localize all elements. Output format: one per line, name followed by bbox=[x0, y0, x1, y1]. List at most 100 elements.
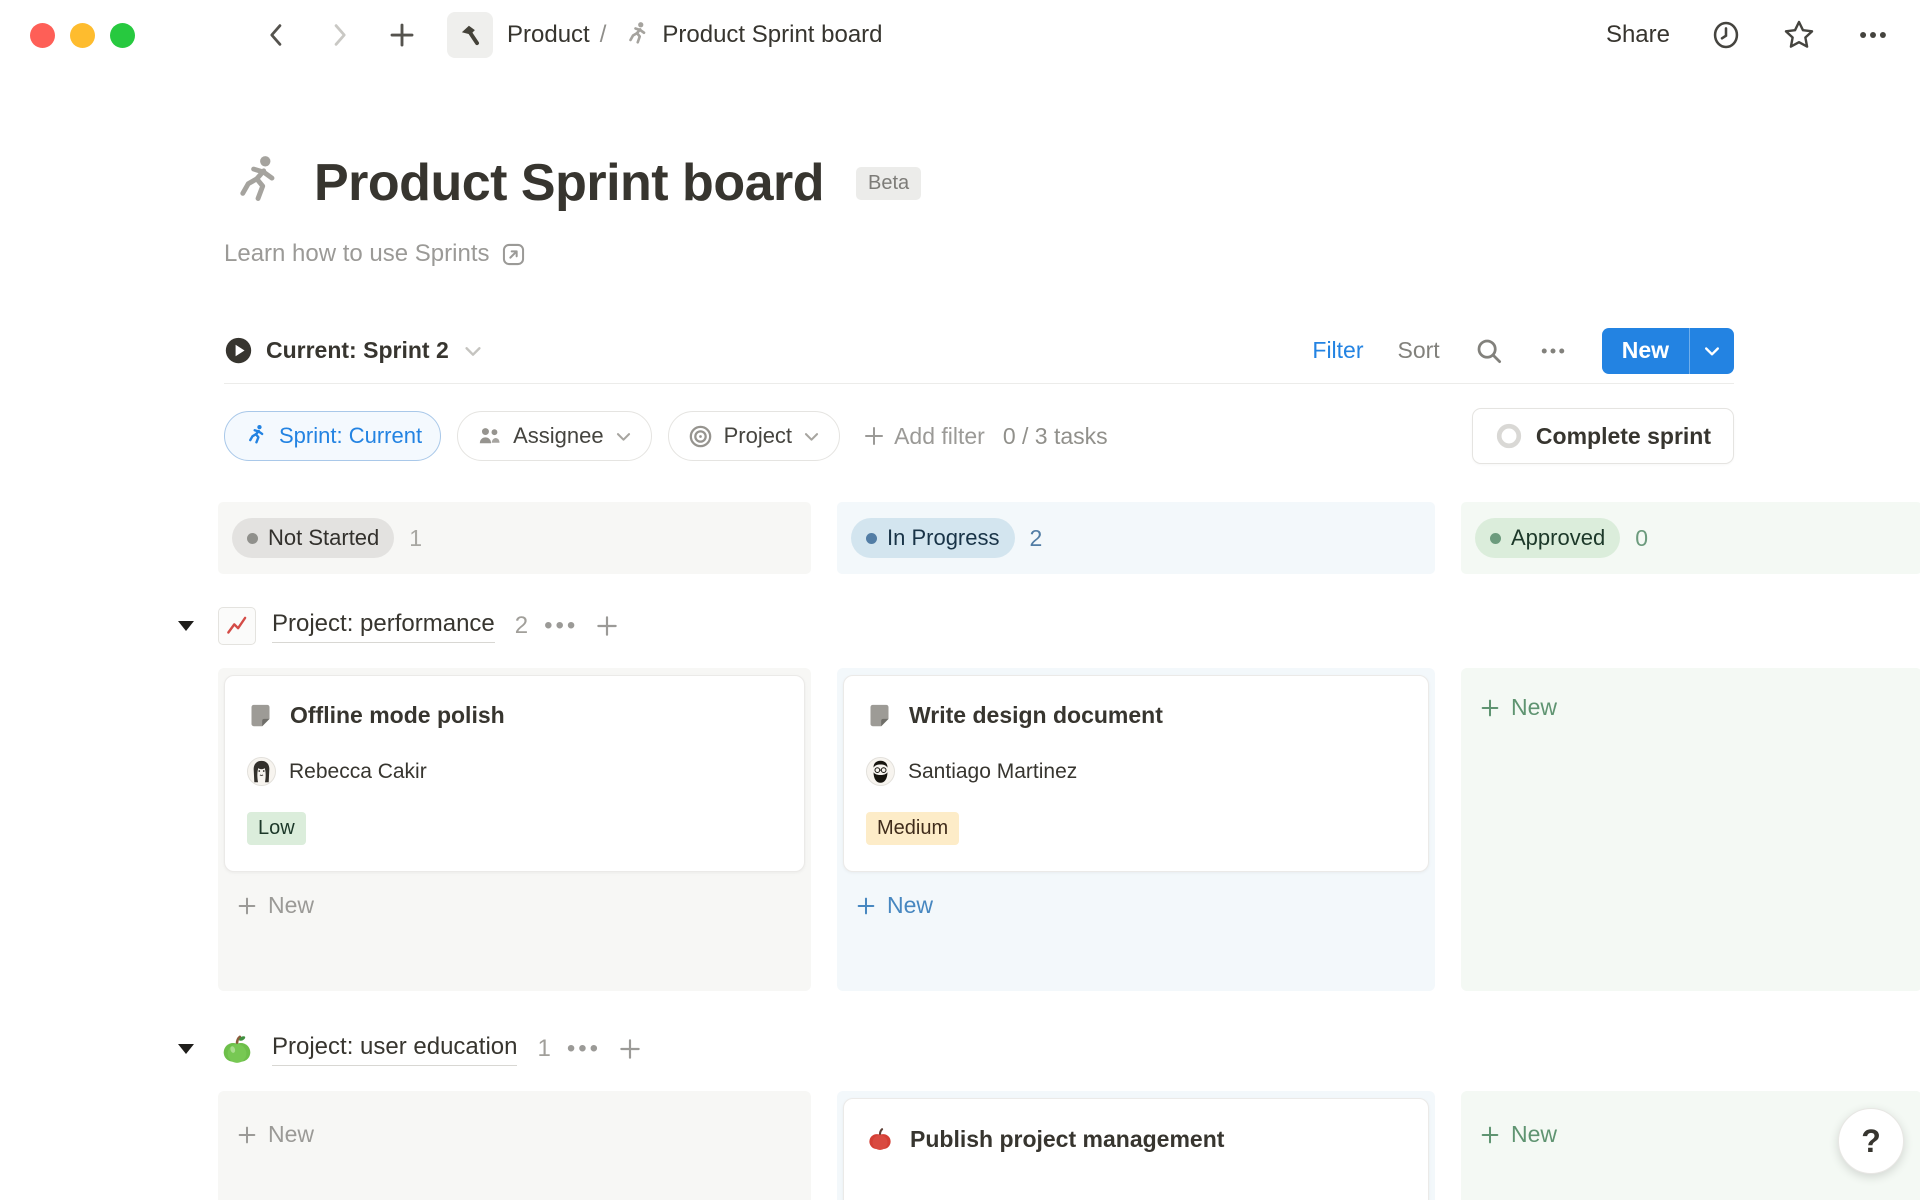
back-icon[interactable] bbox=[263, 21, 291, 49]
view-toolbar: Current: Sprint 2 Filter Sort New bbox=[224, 318, 1734, 384]
breadcrumb-current[interactable]: Product Sprint board bbox=[662, 21, 882, 49]
filter-bar: Sprint: Current Assignee Project Add bbox=[224, 408, 1734, 464]
updates-clock-icon[interactable] bbox=[1710, 19, 1742, 51]
page-title: Product Sprint board bbox=[314, 153, 824, 213]
new-task-button[interactable]: New bbox=[1602, 328, 1734, 374]
complete-sprint-button[interactable]: Complete sprint bbox=[1472, 408, 1734, 464]
add-card-label: New bbox=[268, 1121, 314, 1148]
column-header-not-started: Not Started 1 bbox=[218, 502, 811, 574]
learn-sprints-link[interactable]: Learn how to use Sprints bbox=[224, 240, 527, 268]
status-pill-not-started[interactable]: Not Started bbox=[232, 518, 394, 558]
favorite-star-icon[interactable] bbox=[1782, 18, 1816, 52]
add-card-label: New bbox=[1511, 1121, 1557, 1148]
status-pill-approved[interactable]: Approved bbox=[1475, 518, 1620, 558]
group-header-user-education: Project: user education 1 ••• bbox=[218, 1017, 1920, 1081]
red-apple-icon bbox=[866, 1125, 894, 1153]
new-task-label: New bbox=[1602, 328, 1689, 374]
chevron-down-icon bbox=[802, 427, 821, 446]
search-icon[interactable] bbox=[1474, 336, 1504, 366]
add-card-label: New bbox=[887, 892, 933, 919]
assignee-name: Rebecca Cakir bbox=[289, 760, 427, 784]
column-header-in-progress: In Progress 2 bbox=[837, 502, 1435, 574]
group-add-icon[interactable] bbox=[594, 613, 620, 639]
plus-icon bbox=[1479, 697, 1501, 719]
plus-icon bbox=[236, 895, 258, 917]
add-card-button[interactable]: New bbox=[218, 872, 811, 939]
column-in-progress-group-performance: Write design document Santiago Martinez … bbox=[837, 668, 1435, 991]
chevron-down-icon bbox=[614, 427, 633, 446]
task-card-write-design-document[interactable]: Write design document Santiago Martinez … bbox=[843, 675, 1429, 872]
status-label: In Progress bbox=[887, 525, 1000, 551]
group-options-icon[interactable]: ••• bbox=[567, 1035, 601, 1063]
view-switcher[interactable]: Current: Sprint 2 bbox=[224, 336, 484, 365]
plus-icon bbox=[1479, 1124, 1501, 1146]
add-card-button[interactable]: New bbox=[837, 872, 1435, 939]
page-icon bbox=[247, 702, 274, 729]
add-filter-button[interactable]: Add filter bbox=[862, 423, 985, 450]
status-dot bbox=[1490, 533, 1501, 544]
external-link-icon bbox=[500, 241, 527, 268]
kanban-board: Not Started 1 In Progress 2 Approved 0 P… bbox=[218, 502, 1920, 1200]
new-page-icon[interactable] bbox=[387, 20, 417, 50]
forward-icon[interactable] bbox=[325, 21, 353, 49]
add-card-button[interactable]: New bbox=[218, 1091, 811, 1168]
assignee-filter-chip[interactable]: Assignee bbox=[457, 411, 652, 461]
window-controls bbox=[30, 23, 135, 48]
plus-icon bbox=[862, 424, 886, 448]
more-options-icon[interactable] bbox=[1856, 18, 1890, 52]
filter-button[interactable]: Filter bbox=[1312, 337, 1363, 364]
new-task-dropdown[interactable] bbox=[1690, 328, 1734, 374]
assignee-name: Santiago Martinez bbox=[908, 760, 1077, 784]
complete-sprint-label: Complete sprint bbox=[1536, 423, 1711, 450]
help-button[interactable]: ? bbox=[1838, 1108, 1904, 1174]
priority-tag-low: Low bbox=[247, 812, 306, 845]
runner-icon[interactable] bbox=[224, 150, 290, 216]
view-options-icon[interactable] bbox=[1538, 336, 1568, 366]
share-button[interactable]: Share bbox=[1606, 21, 1670, 49]
status-label: Approved bbox=[1511, 525, 1605, 551]
hammer-icon bbox=[457, 22, 483, 48]
status-pill-in-progress[interactable]: In Progress bbox=[851, 518, 1015, 558]
avatar-rebecca bbox=[247, 757, 276, 786]
page-icon bbox=[866, 702, 893, 729]
progress-ring-icon bbox=[1495, 422, 1523, 450]
breadcrumb-parent[interactable]: Product bbox=[507, 21, 590, 49]
task-card-publish-project-management[interactable]: Publish project management bbox=[843, 1098, 1429, 1200]
column-approved-group-performance: New bbox=[1461, 668, 1920, 991]
close-window-button[interactable] bbox=[30, 23, 55, 48]
add-card-button[interactable]: New bbox=[1461, 668, 1920, 741]
runner-icon bbox=[622, 20, 652, 50]
runner-icon bbox=[243, 423, 269, 449]
group-label[interactable]: Project: user education bbox=[272, 1033, 517, 1066]
column-header-approved: Approved 0 bbox=[1461, 502, 1920, 574]
task-card-offline-mode-polish[interactable]: Offline mode polish Rebecca Cakir Low bbox=[224, 675, 805, 872]
card-title: Write design document bbox=[909, 702, 1163, 729]
plus-icon bbox=[236, 1124, 258, 1146]
collapse-triangle-icon[interactable] bbox=[176, 1041, 196, 1057]
page-header: Product Sprint board Beta bbox=[224, 150, 1920, 216]
status-dot bbox=[247, 533, 258, 544]
card-title: Publish project management bbox=[910, 1126, 1224, 1153]
breadcrumb-parent-icon[interactable] bbox=[447, 12, 493, 58]
add-filter-label: Add filter bbox=[894, 423, 985, 450]
help-label: ? bbox=[1861, 1123, 1881, 1160]
sort-button[interactable]: Sort bbox=[1398, 337, 1440, 364]
learn-link-label: Learn how to use Sprints bbox=[224, 240, 490, 268]
add-card-label: New bbox=[268, 892, 314, 919]
minimize-window-button[interactable] bbox=[70, 23, 95, 48]
column-not-started-group-performance: Offline mode polish Rebecca Cakir Low bbox=[218, 668, 811, 991]
task-progress-label: 0 / 3 tasks bbox=[1003, 423, 1108, 450]
plus-icon bbox=[855, 895, 877, 917]
sidebar-toggle-icon[interactable] bbox=[183, 22, 221, 48]
sprint-filter-label: Sprint: Current bbox=[279, 423, 422, 449]
group-add-icon[interactable] bbox=[617, 1036, 643, 1062]
group-label[interactable]: Project: performance bbox=[272, 610, 495, 643]
chart-increasing-icon bbox=[218, 607, 256, 645]
card-title: Offline mode polish bbox=[290, 702, 505, 729]
group-options-icon[interactable]: ••• bbox=[544, 612, 578, 640]
collapse-triangle-icon[interactable] bbox=[176, 618, 196, 634]
zoom-window-button[interactable] bbox=[110, 23, 135, 48]
project-filter-chip[interactable]: Project bbox=[668, 411, 840, 461]
column-in-progress-group-user-education: Publish project management bbox=[837, 1091, 1435, 1200]
sprint-filter-chip[interactable]: Sprint: Current bbox=[224, 411, 441, 461]
